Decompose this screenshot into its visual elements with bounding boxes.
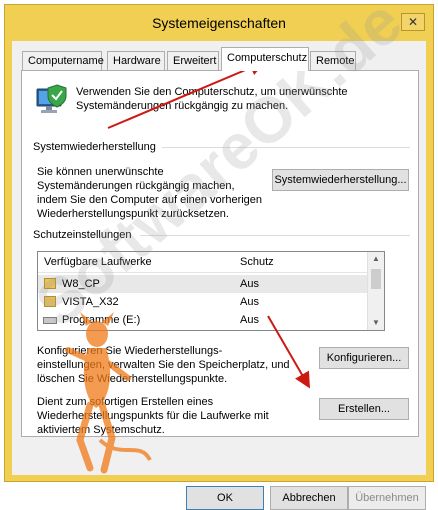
cancel-button[interactable]: Abbrechen bbox=[270, 486, 348, 510]
restore-desc-line-2: Systemänderungen rückgängig machen, bbox=[37, 180, 235, 192]
apply-button: Übernehmen bbox=[348, 486, 426, 510]
create-button[interactable]: Erstellen... bbox=[319, 398, 409, 420]
folder-icon bbox=[44, 296, 56, 307]
tab-erweitert[interactable]: Erweitert bbox=[167, 51, 219, 70]
restore-desc-line-3: indem Sie den Computer auf einen vorheri… bbox=[37, 194, 263, 206]
column-header-drives[interactable]: Verfügbare Laufwerke bbox=[44, 255, 152, 269]
intro-line-2: Systemänderungen rückgängig zu machen. bbox=[76, 100, 289, 112]
list-item[interactable]: W8_CP Aus bbox=[38, 275, 370, 293]
group-title-systemwiederherstellung: Systemwiederherstellung bbox=[33, 141, 156, 153]
title-bar: Systemeigenschaften ✕ bbox=[5, 5, 433, 41]
group-divider bbox=[162, 147, 410, 148]
list-header: Verfügbare Laufwerke Schutz bbox=[38, 252, 384, 273]
scroll-down-icon[interactable]: ▼ bbox=[368, 316, 384, 330]
scroll-up-icon[interactable]: ▲ bbox=[368, 252, 384, 266]
configure-button[interactable]: Konfigurieren... bbox=[319, 347, 409, 369]
window-title: Systemeigenschaften bbox=[152, 15, 286, 31]
tab-hardware[interactable]: Hardware bbox=[107, 51, 165, 70]
drive-icon bbox=[43, 317, 57, 324]
tab-computername[interactable]: Computername bbox=[22, 51, 104, 70]
group-divider bbox=[140, 235, 410, 236]
folder-icon bbox=[44, 278, 56, 289]
list-scrollbar[interactable]: ▲ ▼ bbox=[367, 252, 384, 330]
drives-list[interactable]: Verfügbare Laufwerke Schutz W8_CP Aus VI… bbox=[37, 251, 385, 331]
ok-button[interactable]: OK bbox=[186, 486, 264, 510]
computer-protection-panel: Verwenden Sie den Computerschutz, um une… bbox=[21, 70, 419, 437]
drive-name: Programme (E:) bbox=[62, 314, 141, 326]
column-header-protection[interactable]: Schutz bbox=[240, 255, 274, 269]
configure-desc-line-1: Konfigurieren Sie Wiederherstellungs- bbox=[37, 345, 223, 357]
computer-shield-icon bbox=[36, 84, 67, 113]
configure-desc-line-3: löschen Sie Wiederherstellungspunkte. bbox=[37, 373, 228, 385]
drive-status: Aus bbox=[240, 314, 259, 326]
restore-desc-line-4: Wiederherstellungspunkt zurücksetzen. bbox=[37, 208, 229, 220]
create-desc-line-3: aktiviertem Systemschutz. bbox=[37, 424, 165, 436]
drive-name: W8_CP bbox=[62, 278, 100, 290]
list-item[interactable]: Programme (E:) Aus bbox=[38, 311, 370, 329]
create-desc-line-1: Dient zum sofortigen Erstellen eines bbox=[37, 396, 214, 408]
intro-line-1: Verwenden Sie den Computerschutz, um une… bbox=[76, 86, 348, 98]
group-title-schutzeinstellungen: Schutzeinstellungen bbox=[33, 229, 132, 241]
tab-remote[interactable]: Remote bbox=[310, 51, 356, 70]
configure-desc-line-2: einstellungen, verwalten Sie den Speiche… bbox=[37, 359, 290, 371]
create-desc-line-2: Wiederherstellungspunkts für die Laufwer… bbox=[37, 410, 269, 422]
system-restore-button[interactable]: Systemwiederherstellung... bbox=[272, 169, 409, 191]
close-icon[interactable]: ✕ bbox=[401, 13, 425, 31]
drive-name: VISTA_X32 bbox=[62, 296, 119, 308]
restore-desc-line-1: Sie können unerwünschte bbox=[37, 166, 164, 178]
dialog-client-area: Computername Hardware Erweitert Computer… bbox=[12, 41, 426, 510]
scroll-thumb[interactable] bbox=[371, 269, 381, 289]
drive-status: Aus bbox=[240, 278, 259, 290]
drive-status: Aus bbox=[240, 296, 259, 308]
list-item[interactable]: VISTA_X32 Aus bbox=[38, 293, 370, 311]
system-properties-window: Systemeigenschaften ✕ Computername Hardw… bbox=[4, 4, 434, 510]
tab-computerschutz[interactable]: Computerschutz bbox=[221, 47, 309, 71]
